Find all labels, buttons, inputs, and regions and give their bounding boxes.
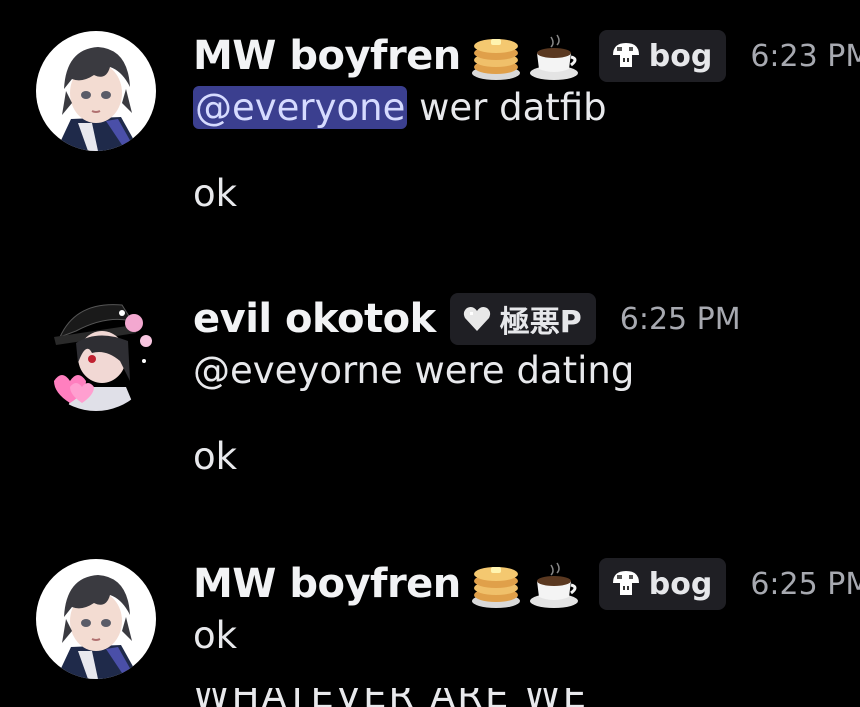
message-content: ok xyxy=(193,172,237,215)
message-header: evil okotok 極悪P 6:25 PM xyxy=(193,291,741,347)
timestamp[interactable]: 6:23 PM xyxy=(750,39,860,74)
message-text: ok xyxy=(193,435,238,478)
pancakes-emoji xyxy=(469,557,523,611)
message-text: WHATEVER ARE WE xyxy=(193,688,588,707)
message-text: @eveyorne were dating xyxy=(193,349,635,392)
server-tag-label: bog xyxy=(648,38,713,74)
server-tag[interactable]: bog xyxy=(598,558,727,610)
message-content: ok xyxy=(193,614,237,657)
username[interactable]: evil okotok xyxy=(193,296,436,342)
server-tag-label: bog xyxy=(648,566,713,602)
pancakes-emoji xyxy=(469,29,523,83)
message-header: MW boyfren xyxy=(193,28,860,84)
heart-icon xyxy=(462,304,492,334)
chat-message-list: MW boyfren bog 6:23 PM @everyone wer dat… xyxy=(0,0,860,707)
username[interactable]: MW boyfren xyxy=(193,561,461,607)
mushroom-icon xyxy=(611,569,641,599)
avatar[interactable] xyxy=(36,559,156,679)
message-text: ok xyxy=(193,614,238,657)
server-tag[interactable]: bog xyxy=(598,30,727,82)
message-content: ok xyxy=(193,435,237,478)
message-text: ok xyxy=(193,172,238,215)
message-content: @eveyorne were dating xyxy=(193,349,634,392)
server-tag[interactable]: 極悪P xyxy=(449,293,596,345)
coffee-emoji xyxy=(527,557,581,611)
avatar[interactable] xyxy=(36,291,156,411)
message-header: MW boyfren xyxy=(193,556,860,612)
mushroom-icon xyxy=(611,41,641,71)
timestamp[interactable]: 6:25 PM xyxy=(620,302,741,337)
timestamp[interactable]: 6:25 PM xyxy=(750,567,860,602)
message-text: wer datfib xyxy=(407,86,607,129)
message-content: @everyone wer datfib xyxy=(193,86,607,129)
server-tag-label: 極悪P xyxy=(499,305,582,340)
avatar[interactable] xyxy=(36,31,156,151)
message-content-cutoff: WHATEVER ARE WE xyxy=(193,688,588,707)
coffee-emoji xyxy=(527,29,581,83)
mention[interactable]: @everyone xyxy=(193,86,408,129)
username[interactable]: MW boyfren xyxy=(193,33,461,79)
